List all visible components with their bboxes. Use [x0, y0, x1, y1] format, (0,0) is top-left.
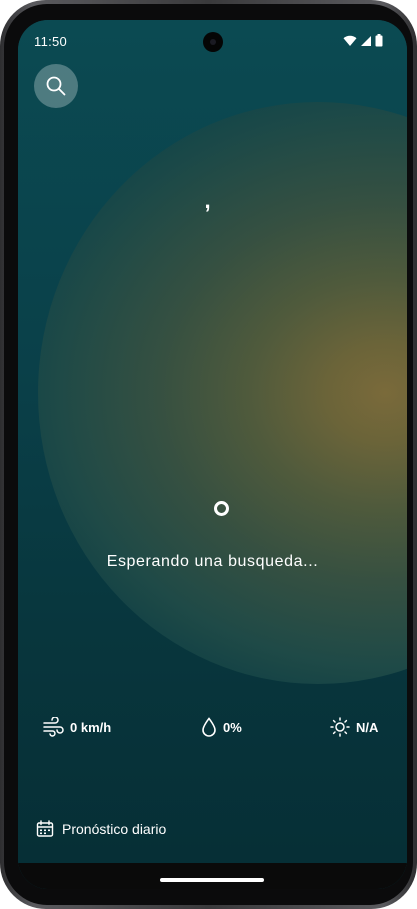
- search-button[interactable]: [34, 64, 78, 108]
- uv-value: N/A: [356, 719, 379, 735]
- status-time: 11:50: [34, 34, 68, 49]
- humidity-value: 0%: [223, 719, 242, 735]
- device-frame: 11:50 , Esperando una busqueda... 0 km/h…: [0, 0, 417, 909]
- uv-metric: N/A: [330, 717, 378, 737]
- signal-icon: [360, 35, 372, 47]
- wifi-icon: [343, 35, 357, 47]
- waiting-message: Esperando una busqueda...: [106, 553, 319, 570]
- search-icon: [45, 75, 67, 97]
- daily-forecast-button[interactable]: Pronóstico diario: [36, 820, 166, 838]
- wind-metric: 0 km/h: [42, 717, 111, 737]
- app-screen: 11:50 , Esperando una busqueda... 0 km/h…: [18, 20, 407, 889]
- droplet-icon: [201, 717, 217, 737]
- front-camera: [203, 32, 223, 52]
- humidity-metric: 0%: [201, 717, 242, 737]
- calendar-icon: [36, 820, 54, 838]
- device-bezel: 11:50 , Esperando una busqueda... 0 km/h…: [4, 4, 413, 905]
- navigation-bar: [18, 863, 407, 889]
- loading-spinner: [214, 501, 229, 516]
- sun-icon: [330, 717, 350, 737]
- wind-value: 0 km/h: [70, 719, 112, 735]
- status-icons: [343, 34, 383, 47]
- location-label: ,: [204, 188, 211, 213]
- battery-icon: [375, 34, 383, 47]
- home-indicator[interactable]: [160, 878, 264, 882]
- status-bar: 11:50: [18, 20, 407, 60]
- forecast-label: Pronóstico diario: [62, 821, 167, 837]
- wind-icon: [42, 717, 64, 737]
